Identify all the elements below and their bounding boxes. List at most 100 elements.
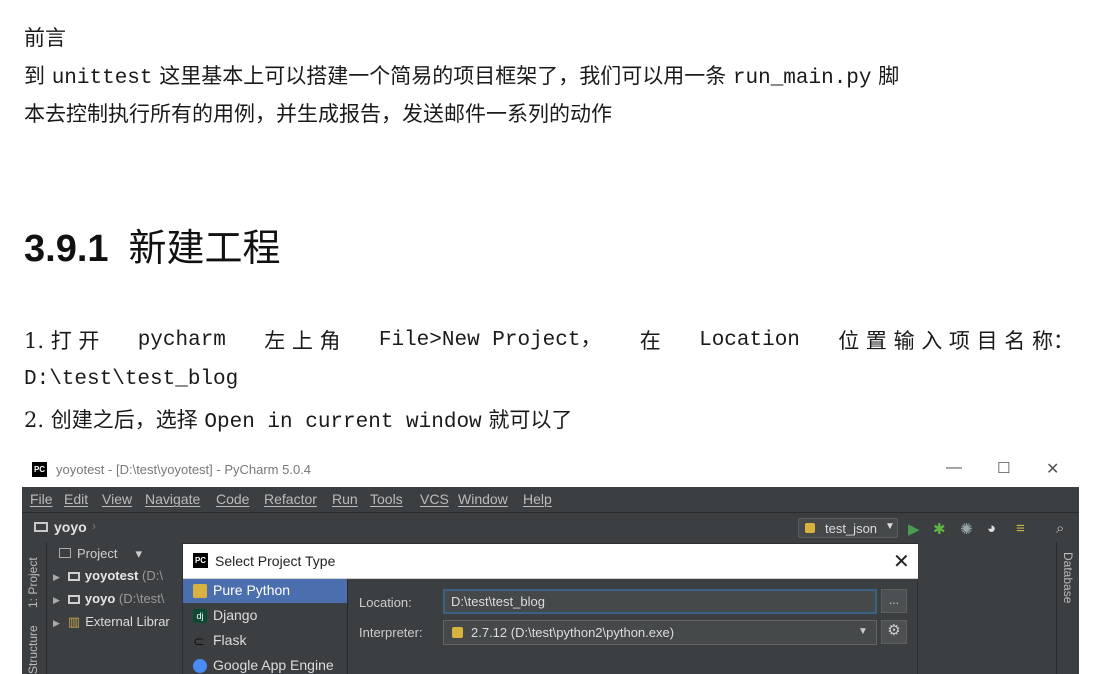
step-text: 1. 打 开 xyxy=(24,329,100,353)
step-1: 1. 打 开 pycharm 左 上 角 File>New Project， 在… xyxy=(24,327,1074,355)
folder-icon xyxy=(67,572,80,581)
search-icon[interactable]: ⌕ xyxy=(1056,520,1064,537)
project-type-list: Pure Python dj Django ⊂ Flask Google App… xyxy=(183,579,348,674)
menu-help[interactable]: Help xyxy=(523,491,552,507)
project-type-django[interactable]: dj Django xyxy=(183,604,347,628)
tree-item[interactable]: ▶ yoyotest (D:\ xyxy=(53,568,163,583)
interpreter-settings-gear-icon[interactable]: ⚙ xyxy=(881,620,907,644)
google-app-engine-icon xyxy=(193,659,207,673)
expand-arrow-icon[interactable]: ▶ xyxy=(53,595,60,605)
interpreter-select[interactable]: 2.7.12 (D:\test\python2\python.exe) ▼ xyxy=(443,620,877,645)
flask-icon: ⊂ xyxy=(193,633,205,649)
menu-tools[interactable]: Tools xyxy=(370,491,403,507)
window-title: yoyotest - [D:\test\yoyotest] - PyCharm … xyxy=(56,462,312,477)
step-text: 位 置 输 入 项 目 名 称： xyxy=(838,329,1074,353)
library-icon: ▥ xyxy=(67,614,81,629)
run-config-select[interactable]: test_json ▼ xyxy=(798,518,898,538)
preface-line-2: 本去控制执行所有的用例，并生成报告，发送邮件一系列的动作 xyxy=(24,102,612,126)
step-2: 2. 创建之后，选择 Open in current window 就可以了 xyxy=(24,406,572,437)
preface-text: 这里基本上可以搭建一个简易的项目框架了，我们可以用一条 xyxy=(159,64,727,88)
expand-arrow-icon[interactable]: ▶ xyxy=(53,572,60,582)
tree-item[interactable]: ▶ ▥ External Librar xyxy=(53,614,170,630)
menu-refactor[interactable]: Refactor xyxy=(264,491,317,507)
pycharm-screenshot: PC yoyotest - [D:\test\yoyotest] - PyCha… xyxy=(22,456,1079,674)
breadcrumb-project[interactable]: yoyo xyxy=(54,519,87,535)
step-code: pycharm xyxy=(137,329,226,352)
coverage-icon[interactable]: ✺ xyxy=(960,520,973,538)
step-text: 左 上 角 xyxy=(264,329,341,353)
step-code: Location xyxy=(699,329,800,352)
dialog-titlebar: PC Select Project Type ✕ xyxy=(183,544,918,579)
project-panel-header[interactable]: Project ▾ xyxy=(59,546,142,562)
tree-item-path: (D:\test\ xyxy=(118,591,165,606)
dropdown-arrow-icon: ▼ xyxy=(858,626,868,637)
run-config-label: test_json xyxy=(825,521,878,536)
dialog-close-icon[interactable]: ✕ xyxy=(893,549,910,574)
menu-window[interactable]: Window xyxy=(458,491,508,507)
section-number: 3.9.1 xyxy=(24,228,109,270)
maximize-icon[interactable]: ☐ xyxy=(997,459,1010,477)
project-view-icon xyxy=(59,548,71,558)
menu-file[interactable]: File xyxy=(30,491,53,507)
tree-item-name: External Librar xyxy=(85,614,170,629)
preface-line-1: 到 unittest 这里基本上可以搭建一个简易的项目框架了，我们可以用一条 r… xyxy=(24,62,899,93)
project-type-pure-python[interactable]: Pure Python xyxy=(183,579,347,603)
tree-item[interactable]: ▶ yoyo (D:\test\ xyxy=(53,591,164,606)
preface-code: unittest xyxy=(51,67,153,90)
step-1-path: D:\test\test_blog xyxy=(24,368,239,391)
window-titlebar: PC yoyotest - [D:\test\yoyotest] - PyCha… xyxy=(22,456,1079,486)
dropdown-arrow-icon: ▼ xyxy=(885,521,895,532)
section-title: 新建工程 xyxy=(128,226,281,270)
step-code: File>New Project， xyxy=(378,329,602,352)
left-tool-strip: 1: Project Structure xyxy=(22,542,47,674)
database-tool-tab[interactable]: Database xyxy=(1061,552,1075,603)
preface-text: 脚 xyxy=(878,64,900,88)
menu-bar: File Edit View Navigate Code Refactor Ru… xyxy=(22,487,1079,512)
chevron-right-icon: › xyxy=(92,519,96,533)
preface-code: run_main.py xyxy=(732,67,872,90)
minimize-icon[interactable]: — xyxy=(946,459,962,477)
tree-item-name: yoyo xyxy=(84,591,116,606)
step-text: 在 xyxy=(639,329,661,353)
menu-view[interactable]: View xyxy=(102,491,132,507)
python-icon xyxy=(452,627,463,638)
python-icon xyxy=(805,523,815,533)
menu-edit[interactable]: Edit xyxy=(64,491,88,507)
menu-run[interactable]: Run xyxy=(332,491,358,507)
pycharm-logo-icon: PC xyxy=(32,462,47,477)
tree-item-name: yoyotest xyxy=(84,568,139,583)
interpreter-label: Interpreter: xyxy=(359,625,423,640)
folder-icon xyxy=(67,595,80,604)
structure-tool-tab[interactable]: Structure xyxy=(26,625,40,674)
select-project-type-dialog: PC Select Project Type ✕ Pure Python dj … xyxy=(182,543,918,674)
menu-code[interactable]: Code xyxy=(216,491,249,507)
preface-title: 前言 xyxy=(24,26,66,50)
menu-navigate[interactable]: Navigate xyxy=(145,491,200,507)
folder-icon xyxy=(34,522,48,532)
step-text: 2. 创建之后，选择 xyxy=(24,408,198,432)
pycharm-logo-icon: PC xyxy=(193,553,208,568)
tasks-icon[interactable]: ≡ xyxy=(1016,520,1025,537)
tree-item-path: (D:\ xyxy=(142,568,163,583)
interpreter-value: 2.7.12 (D:\test\python2\python.exe) xyxy=(471,625,675,640)
python-icon xyxy=(193,584,207,598)
django-icon: dj xyxy=(193,609,207,623)
expand-arrow-icon[interactable]: ▶ xyxy=(53,618,60,628)
preface-text: 到 xyxy=(24,64,45,88)
right-tool-strip: Database xyxy=(1056,542,1079,674)
step-text: 就可以了 xyxy=(488,408,573,432)
browse-button[interactable]: ... xyxy=(881,589,907,613)
navigation-bar: yoyo › test_json ▼ ▶ ✱ ✺ ◕ ≡ ⌕ xyxy=(22,512,1079,543)
project-type-flask[interactable]: ⊂ Flask xyxy=(183,629,347,653)
location-label: Location: xyxy=(359,595,412,610)
profile-icon[interactable]: ◕ xyxy=(987,520,996,537)
debug-icon[interactable]: ✱ xyxy=(933,520,946,538)
menu-vcs[interactable]: VCS xyxy=(420,491,449,507)
project-type-google-app-engine[interactable]: Google App Engine xyxy=(183,654,347,674)
dialog-title: Select Project Type xyxy=(215,553,336,569)
location-input[interactable]: D:\test\test_blog xyxy=(443,589,877,614)
project-tool-tab[interactable]: 1: Project xyxy=(26,557,40,608)
step-code: Open in current window xyxy=(204,411,482,434)
run-icon[interactable]: ▶ xyxy=(908,520,920,538)
close-window-icon[interactable]: ✕ xyxy=(1046,459,1059,479)
